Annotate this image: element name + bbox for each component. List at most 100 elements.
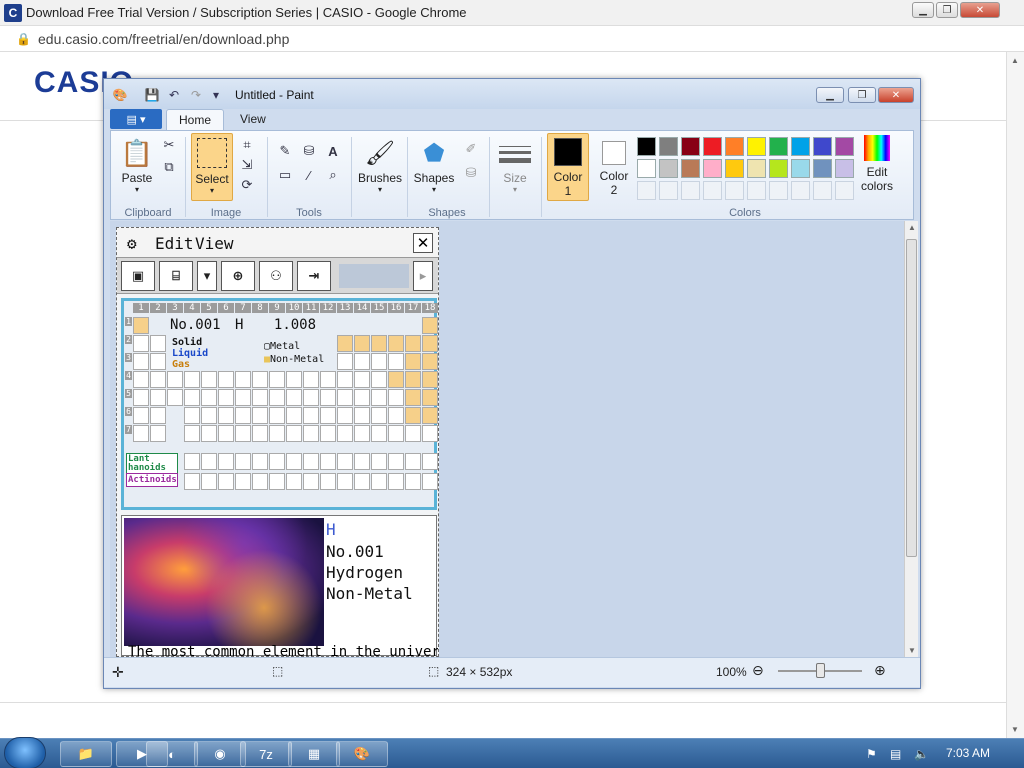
tab-view[interactable]: View (228, 109, 278, 131)
pencil-icon[interactable]: ✎ (275, 141, 295, 161)
url-text[interactable]: edu.casio.com/freetrial/en/download.php (38, 31, 289, 47)
page-scrollbar[interactable]: ▲ ▼ (1006, 52, 1024, 738)
custom-color-slot[interactable] (659, 181, 678, 200)
custom-color-slot[interactable] (769, 181, 788, 200)
shapes-button[interactable]: ⬟ Shapes ▾ (409, 135, 459, 195)
element-cell (201, 453, 217, 470)
scroll-up-icon[interactable]: ▲ (1011, 56, 1019, 65)
palette-swatch[interactable] (637, 137, 656, 156)
zoom-in-icon[interactable]: ⊕ (874, 662, 886, 679)
element-cell (235, 425, 251, 442)
customize-quick-access-icon[interactable]: ▾ (208, 88, 224, 102)
minimize-button[interactable]: ▁ (912, 2, 934, 18)
paste-button[interactable]: 📋 Paste ▾ (117, 135, 157, 195)
palette-swatch[interactable] (747, 137, 766, 156)
scroll-down-icon[interactable]: ▼ (1011, 725, 1019, 734)
save-icon[interactable]: 💾 (144, 88, 160, 102)
color-picker-icon[interactable]: ⁄ (299, 165, 319, 185)
calculator-taskbar-icon[interactable]: ▦ (288, 741, 340, 767)
copy-icon[interactable]: ⧉ (159, 157, 179, 177)
clock[interactable]: 7:03 AM (946, 746, 990, 760)
zoom-out-icon[interactable]: ⊖ (752, 662, 764, 679)
rotate-icon[interactable]: ⟳ (237, 175, 257, 195)
palette-swatch[interactable] (791, 137, 810, 156)
palette-swatch[interactable] (813, 137, 832, 156)
paint-close-button[interactable]: ✕ (878, 87, 914, 103)
fill-bucket-icon[interactable]: ⛁ (299, 141, 319, 161)
explorer-taskbar-icon[interactable]: 📁 (60, 741, 112, 767)
custom-color-slot[interactable] (813, 181, 832, 200)
palette-swatch[interactable] (725, 137, 744, 156)
app-taskbar-icon[interactable]: ◐ (146, 741, 198, 767)
palette-swatch[interactable] (835, 159, 854, 178)
custom-color-slot[interactable] (681, 181, 700, 200)
crop-icon[interactable]: ⌗ (237, 135, 257, 155)
paint-taskbar-icon[interactable]: 🎨 (336, 741, 388, 767)
text-tool-icon[interactable]: A (323, 141, 343, 161)
palette-swatch[interactable] (681, 137, 700, 156)
chrome-taskbar-icon[interactable]: ◉ (194, 741, 246, 767)
color1-swatch (554, 138, 582, 166)
custom-color-slot[interactable] (725, 181, 744, 200)
fill-icon[interactable]: ⛁ (461, 163, 481, 183)
volume-icon[interactable]: 🔈 (914, 747, 929, 761)
magnifier-icon[interactable]: ⌕ (323, 165, 343, 185)
element-cell (133, 353, 149, 370)
outline-icon[interactable]: ✐ (461, 139, 481, 159)
undo-icon[interactable]: ↶ (166, 88, 182, 102)
brushes-button[interactable]: 🖌 Brushes ▾ (355, 135, 405, 195)
group-number: 5 (201, 303, 217, 313)
select-button[interactable]: Select ▾ (191, 133, 233, 201)
palette-swatch[interactable] (637, 159, 656, 178)
tab-home[interactable]: Home (166, 109, 225, 131)
canvas-size: 324 × 532px (446, 665, 513, 679)
pasted-calculator-image[interactable]: ⚙ Edit View ✕ ▣ ⌸ ▾ ⊕ ⚇ ⇥ ▸ 1 2 3 4 5 6 7 8 9 10 1… (116, 227, 439, 657)
start-button[interactable] (4, 737, 46, 768)
canvas-vertical-scrollbar[interactable]: ▲ ▼ (904, 221, 918, 657)
address-bar[interactable]: 🔒 edu.casio.com/freetrial/en/download.ph… (0, 26, 1024, 52)
7zip-taskbar-icon[interactable]: 7z (240, 741, 292, 767)
color2-button[interactable]: Color 2 (593, 133, 635, 197)
custom-color-slot[interactable] (747, 181, 766, 200)
redo-icon[interactable]: ↷ (188, 88, 204, 102)
palette-swatch[interactable] (791, 159, 810, 178)
resize-icon[interactable]: ⇲ (237, 155, 257, 175)
palette-swatch[interactable] (659, 159, 678, 178)
custom-color-slot[interactable] (791, 181, 810, 200)
scroll-up-icon[interactable]: ▲ (908, 223, 916, 232)
palette-swatch[interactable] (725, 159, 744, 178)
ribbon-separator (267, 137, 268, 217)
paint-maximize-button[interactable]: ❐ (848, 87, 876, 103)
scrollbar-thumb[interactable] (906, 239, 917, 557)
paint-minimize-button[interactable]: ▁ (816, 87, 844, 103)
close-button[interactable]: ✕ (960, 2, 1000, 18)
element-cell (201, 425, 217, 442)
element-cell (286, 371, 302, 388)
size-button[interactable]: Size ▾ (495, 137, 535, 194)
group-number: 2 (150, 303, 166, 313)
file-menu-button[interactable]: ▤ ▾ (110, 109, 162, 129)
eraser-icon[interactable]: ▭ (275, 165, 295, 185)
scroll-down-icon[interactable]: ▼ (908, 646, 916, 655)
palette-swatch[interactable] (835, 137, 854, 156)
network-icon[interactable]: ▤ (890, 747, 901, 761)
period-number: 3 (125, 353, 132, 362)
palette-swatch[interactable] (813, 159, 832, 178)
palette-swatch[interactable] (747, 159, 766, 178)
palette-swatch[interactable] (769, 159, 788, 178)
palette-swatch[interactable] (703, 137, 722, 156)
palette-swatch[interactable] (703, 159, 722, 178)
palette-swatch[interactable] (681, 159, 700, 178)
action-center-icon[interactable]: ⚑ (866, 747, 877, 761)
custom-color-slot[interactable] (835, 181, 854, 200)
custom-color-slot[interactable] (703, 181, 722, 200)
cut-icon[interactable]: ✂ (159, 135, 179, 155)
edit-colors-button[interactable]: Edit colors (855, 135, 899, 193)
palette-swatch[interactable] (769, 137, 788, 156)
maximize-button[interactable]: ❐ (936, 2, 958, 18)
palette-swatch[interactable] (659, 137, 678, 156)
color1-button[interactable]: Color 1 (547, 133, 589, 201)
zoom-slider-thumb[interactable] (816, 663, 825, 678)
custom-color-slot[interactable] (637, 181, 656, 200)
chevron-down-icon: ▾ (209, 186, 214, 195)
